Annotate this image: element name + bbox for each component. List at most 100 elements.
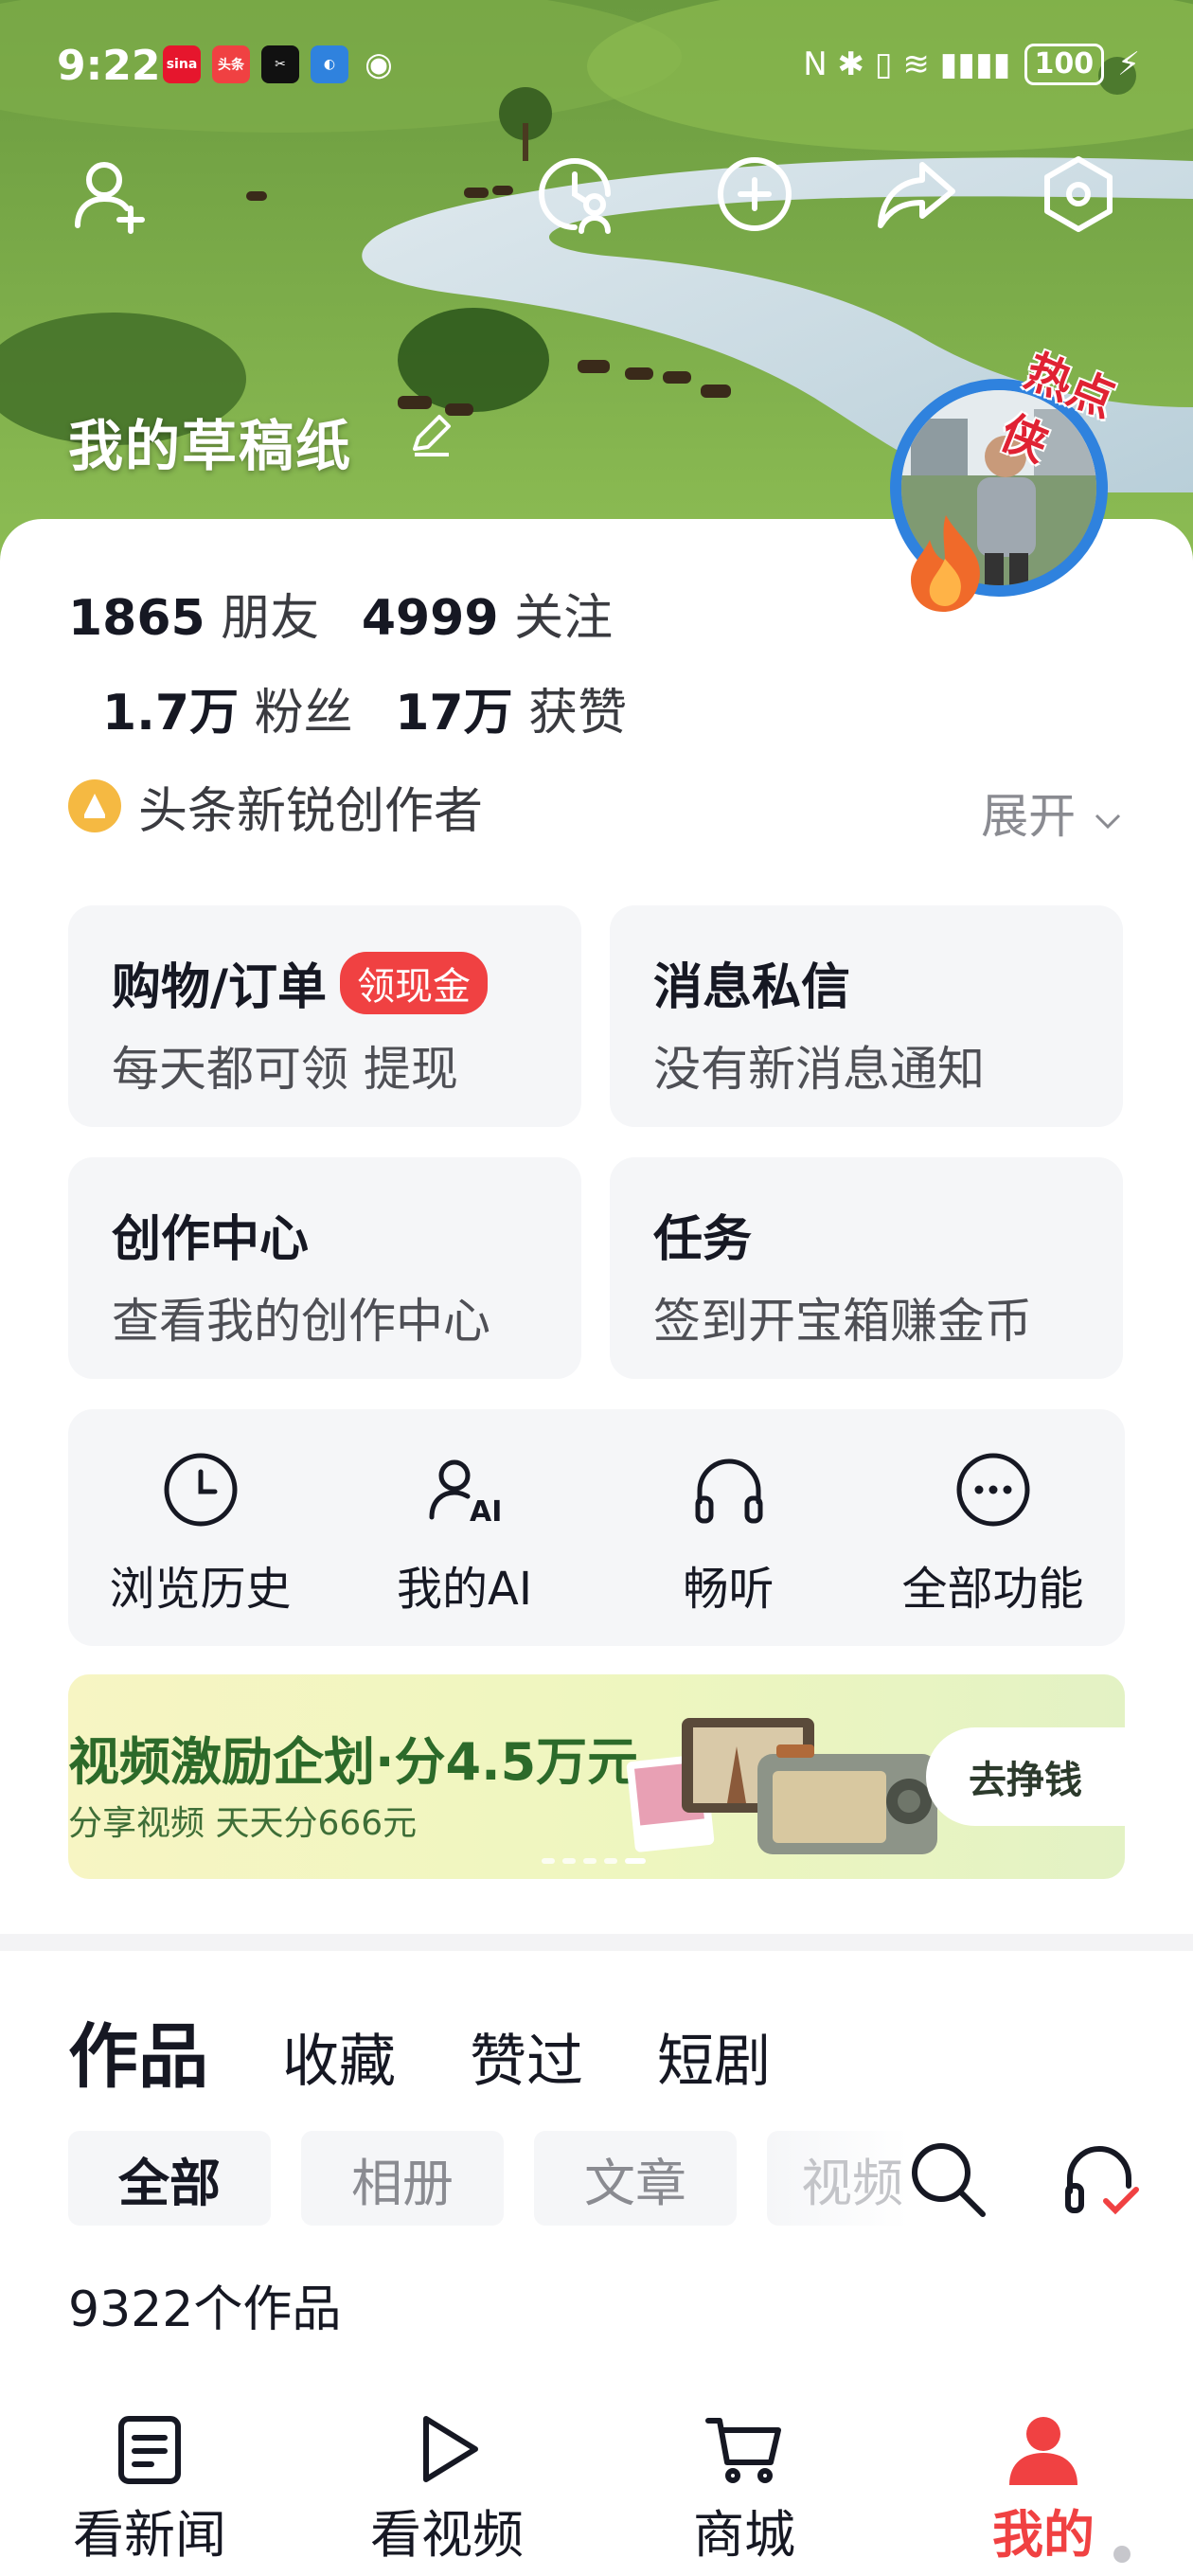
creator-badge-icon	[68, 779, 121, 832]
fans-stat[interactable]: 1.7万 粉丝	[102, 685, 395, 742]
filter-albums[interactable]: 相册	[301, 2131, 504, 2226]
sina-app-icon: sina	[163, 45, 201, 83]
tool-label: 畅听	[683, 1563, 775, 1616]
works-count: 9322个作品	[68, 2281, 342, 2338]
tool-all-functions[interactable]: 全部功能	[861, 1409, 1125, 1646]
filter-articles[interactable]: 文章	[534, 2131, 737, 2226]
friends-count: 1865	[68, 590, 205, 647]
play-icon	[423, 2416, 478, 2482]
tool-label: 全部功能	[901, 1563, 1084, 1616]
cart-icon	[705, 2418, 781, 2483]
likes-count: 17万	[395, 685, 513, 742]
tool-my-ai[interactable]: AI 我的AI	[332, 1409, 596, 1646]
tab-works[interactable]: 作品	[68, 2000, 208, 2102]
filter-all[interactable]: 全部	[68, 2131, 271, 2226]
friends-stat[interactable]: 1865 朋友	[68, 590, 362, 647]
tool-browse-history[interactable]: 浏览历史	[68, 1409, 332, 1646]
shopping-orders-subtitle: 每天都可领 提现	[112, 1042, 458, 1097]
filter-videos[interactable]: 视频	[767, 2131, 909, 2226]
quick-tools: 浏览历史 AI 我的AI 畅听 全部功能	[68, 1409, 1125, 1646]
chevron-down-icon	[1095, 814, 1121, 830]
nav-label: 看新闻	[73, 2505, 226, 2565]
banner-title: 视频激励企划·分4.5万元	[68, 1732, 639, 1792]
svg-text:AI: AI	[470, 1495, 502, 1529]
profile-name: 我的草稿纸	[68, 414, 353, 478]
nav-video[interactable]: 看视频	[343, 2409, 551, 2567]
fans-count: 1.7万	[102, 685, 240, 742]
creator-center-subtitle: 查看我的创作中心	[112, 1294, 490, 1349]
tab-short-dramas[interactable]: 短剧	[657, 2015, 771, 2098]
publish-add-icon[interactable]	[712, 152, 797, 237]
shopping-orders-title: 购物/订单	[112, 959, 327, 1016]
nav-profile[interactable]: 我的	[939, 2409, 1148, 2567]
nav-label: 我的	[992, 2505, 1095, 2565]
news-icon	[118, 2416, 181, 2484]
settings-icon[interactable]	[1036, 152, 1121, 237]
expand-button[interactable]: 展开	[981, 778, 1125, 847]
following-stat[interactable]: 4999 关注	[362, 590, 639, 647]
nav-mall[interactable]: 商城	[640, 2409, 848, 2567]
content-tabs: 作品 收藏 赞过 短剧	[68, 2000, 845, 2102]
toutiao-app-icon: 头条	[212, 45, 250, 83]
works-filters: 全部 相册 文章 视频	[68, 2129, 1193, 2227]
messages-tile[interactable]: 消息私信 没有新消息通知	[610, 905, 1123, 1127]
ai-user-icon: AI	[429, 1459, 502, 1529]
status-bar: 9:22 sina 头条 ✂ ◐ ◉ N ✱ ▯ ≋ ▮▮▮▮ 100 ⚡	[0, 0, 1193, 133]
share-icon[interactable]	[873, 152, 958, 237]
capcut-app-icon: ✂	[261, 45, 299, 83]
floating-dot	[1113, 2546, 1131, 2563]
tasks-tile[interactable]: 任务 签到开宝箱赚金币	[610, 1157, 1123, 1379]
clock-icon	[164, 1453, 237, 1527]
tab-liked[interactable]: 赞过	[470, 2015, 583, 2098]
battery-indicator: 100	[1024, 44, 1105, 85]
add-friend-icon[interactable]	[68, 152, 153, 237]
creator-badge-row[interactable]: 头条新锐创作者 展开	[68, 773, 1125, 844]
friends-label: 朋友	[221, 590, 320, 647]
tab-favorites[interactable]: 收藏	[282, 2015, 396, 2098]
tasks-subtitle: 签到开宝箱赚金币	[653, 1294, 1032, 1349]
fans-label: 粉丝	[254, 685, 353, 742]
eye-app-icon: ◉	[365, 45, 393, 83]
more-icon	[956, 1453, 1029, 1527]
tool-listen[interactable]: 畅听	[596, 1409, 861, 1646]
browser-app-icon: ◐	[311, 45, 348, 83]
visitor-history-icon[interactable]	[532, 152, 617, 237]
flame-icon	[911, 515, 980, 612]
creator-center-tile[interactable]: 创作中心 查看我的创作中心	[68, 1157, 581, 1379]
banner-pagination	[542, 1858, 646, 1864]
tool-label: 浏览历史	[109, 1563, 292, 1616]
signal-icons: N ✱ ▯ ≋ ▮▮▮▮	[803, 45, 1011, 83]
profile-icon	[1009, 2417, 1077, 2485]
shopping-orders-tile[interactable]: 购物/订单 领现金 每天都可领 提现	[68, 905, 581, 1127]
status-app-icons: sina 头条 ✂ ◐ ◉	[163, 45, 398, 83]
edit-name-icon[interactable]	[405, 409, 458, 462]
creator-center-title: 创作中心	[112, 1211, 310, 1268]
profile-panel: 1865 朋友 4999 关注 1.7万 粉丝 17万 获赞 头条新锐创作者 展…	[0, 519, 1193, 2576]
creator-badge-text: 头条新锐创作者	[138, 782, 484, 840]
listen-check-icon[interactable]	[1059, 2137, 1144, 2222]
tasks-title: 任务	[653, 1211, 753, 1268]
expand-label: 展开	[981, 789, 1077, 844]
nav-label: 商城	[693, 2505, 795, 2565]
search-icon[interactable]	[905, 2137, 990, 2222]
cash-tag: 领现金	[340, 951, 488, 1014]
promo-banner[interactable]: 视频激励企划·分4.5万元 分享视频 天天分666元 去挣钱	[68, 1674, 1125, 1879]
status-indicators: N ✱ ▯ ≋ ▮▮▮▮ 100 ⚡	[803, 44, 1140, 85]
nav-label: 看视频	[370, 2505, 524, 2565]
likes-label: 获赞	[528, 685, 628, 742]
stats-row-2: 1.7万 粉丝 17万 获赞	[102, 672, 653, 743]
earn-money-button[interactable]: 去挣钱	[926, 1727, 1125, 1826]
banner-subtitle: 分享视频 天天分666元	[68, 1804, 418, 1843]
status-time: 9:22	[57, 42, 161, 90]
following-label: 关注	[514, 590, 614, 647]
stats-row-1: 1865 朋友 4999 关注	[68, 578, 639, 649]
bottom-nav: 看新闻 看视频 商城 我的	[0, 2390, 1193, 2576]
avatar[interactable]: 热点侠	[871, 341, 1127, 612]
messages-subtitle: 没有新消息通知	[653, 1042, 985, 1097]
section-divider	[0, 1934, 1193, 1951]
following-count: 4999	[361, 590, 499, 647]
likes-stat[interactable]: 17万 获赞	[395, 685, 653, 742]
messages-title: 消息私信	[653, 959, 851, 1016]
nav-news[interactable]: 看新闻	[45, 2409, 254, 2567]
charging-icon: ⚡	[1117, 45, 1140, 83]
